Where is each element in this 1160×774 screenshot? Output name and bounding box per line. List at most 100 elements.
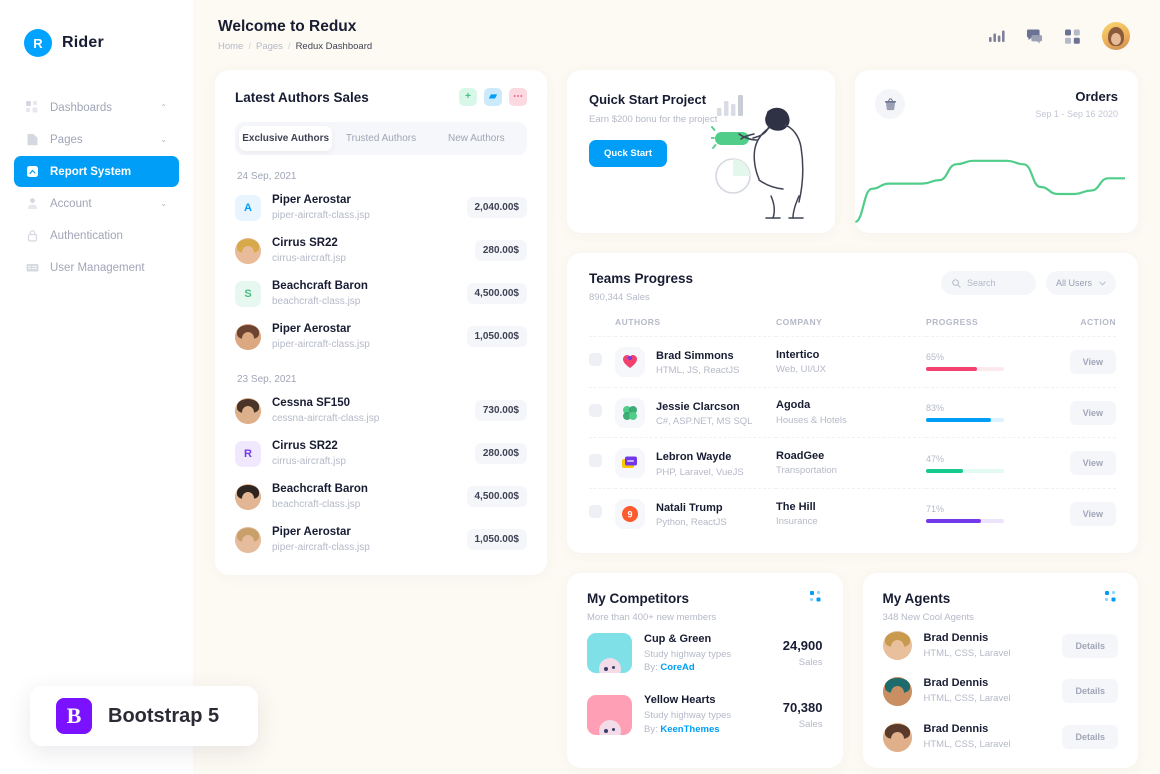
brand[interactable]: R Rider xyxy=(0,26,193,60)
details-button[interactable]: Details xyxy=(1062,725,1118,749)
competitors-title: My Competitors xyxy=(587,590,690,606)
sidebar-item-account[interactable]: Account ⌄ xyxy=(14,188,179,219)
tab-trusted-authors[interactable]: Trusted Authors xyxy=(334,126,427,151)
breadcrumb-item[interactable]: Home xyxy=(218,41,243,52)
grid-icon xyxy=(26,101,39,114)
authors-card-title: Latest Authors Sales xyxy=(235,89,369,105)
add-icon[interactable]: + xyxy=(459,88,477,106)
table-row[interactable]: 9 Natali Trump Python, ReactJS The Hill … xyxy=(589,488,1116,539)
view-button[interactable]: View xyxy=(1069,501,1116,526)
sidebar-item-user-management[interactable]: User Management xyxy=(14,252,179,283)
progress-cell: 65% xyxy=(926,336,1046,388)
author-amount: 280.00$ xyxy=(474,240,527,262)
sidebar-item-authentication[interactable]: Authentication xyxy=(14,220,179,251)
competitor-by-name[interactable]: KeenThemes xyxy=(660,724,719,735)
list-item[interactable]: Piper Aerostar piper-aircraft-class.jsp … xyxy=(235,315,527,358)
view-button[interactable]: View xyxy=(1069,400,1116,425)
roadgee-logo xyxy=(615,448,645,479)
table-row[interactable]: Brad Simmons HTML, JS, ReactJS Intertico… xyxy=(589,336,1116,388)
user-avatar[interactable] xyxy=(1102,22,1130,50)
agents-list: Brad Dennis HTML, CSS, Laravel Details B… xyxy=(882,623,1118,760)
avatar xyxy=(235,323,261,350)
breadcrumb-item[interactable]: Pages xyxy=(256,41,283,52)
action-cell: View xyxy=(1046,488,1116,539)
details-button[interactable]: Details xyxy=(1062,633,1118,658)
table-row[interactable]: Lebron Wayde PHP, Laravel, VueJS RoadGee… xyxy=(589,437,1116,489)
sidebar-item-label: Pages xyxy=(50,133,83,146)
sidebar-item-pages[interactable]: Pages ⌄ xyxy=(14,124,179,155)
list-item[interactable]: Brad Dennis HTML, CSS, Laravel Details xyxy=(882,668,1118,714)
author-amount: 1,050.00$ xyxy=(466,529,527,551)
list-item[interactable]: A Piper Aerostar piper-aircraft-class.js… xyxy=(235,186,527,229)
author-info: Piper Aerostar piper-aircraft-class.jsp xyxy=(272,525,456,554)
team-author-skills: PHP, Laravel, VueJS xyxy=(656,466,744,478)
grid-apps-icon[interactable] xyxy=(1064,28,1081,45)
row-checkbox[interactable] xyxy=(589,454,602,468)
competitor-name: Yellow Hearts xyxy=(644,694,716,707)
agents-subtitle: 348 New Cool Agents xyxy=(882,611,974,623)
tab-exclusive-authors[interactable]: Exclusive Authors xyxy=(239,126,333,151)
competitor-by: By: KeenThemes xyxy=(644,723,771,737)
view-button[interactable]: View xyxy=(1069,451,1116,476)
avatar xyxy=(235,483,261,510)
action-cell: View xyxy=(1046,437,1116,489)
progress-cell: 83% xyxy=(926,386,1046,438)
progress-bar xyxy=(926,519,1004,524)
sidebar-item-label: Report System xyxy=(50,165,132,178)
competitors-subtitle: More than 400+ new members xyxy=(587,611,717,623)
user-filter-select[interactable]: All Users xyxy=(1046,271,1116,295)
teams-tools: Search All Users xyxy=(941,271,1116,295)
sidebar-item-report-system[interactable]: Report System xyxy=(14,156,179,187)
list-item[interactable]: Brad Dennis HTML, CSS, Laravel Details xyxy=(882,623,1118,669)
progress-percent: 83% xyxy=(926,403,945,414)
app-root: R Rider Dashboards ⌃ Pages ⌄ Report Syst… xyxy=(0,0,1160,774)
author-name: Piper Aerostar xyxy=(272,194,351,206)
agent-name: Brad Dennis xyxy=(923,723,989,736)
date-label: 23 Sep, 2021 xyxy=(237,374,297,386)
tab-new-authors[interactable]: New Authors xyxy=(430,126,523,151)
progress-percent: 71% xyxy=(926,504,945,515)
breadcrumb-item[interactable]: Redux Dashboard xyxy=(296,41,373,52)
search-input[interactable]: Search xyxy=(941,271,1036,295)
quick-start-button[interactable]: Quck Start xyxy=(589,140,668,167)
list-item[interactable]: S Beachcraft Baron beachcraft-class.jsp … xyxy=(235,272,527,315)
company-industry: Insurance xyxy=(776,515,818,527)
row-checkbox[interactable] xyxy=(589,504,602,518)
chevron-icon: ⌄ xyxy=(160,135,167,144)
more-icon[interactable]: ⋯ xyxy=(509,88,527,106)
table-row[interactable]: Jessie Clarcson C#, ASP.NET, MS SQL Agod… xyxy=(589,386,1116,438)
bootstrap-badge: B Bootstrap 5 xyxy=(30,686,258,746)
list-item[interactable]: Cup & Green Study highway types By: Core… xyxy=(587,623,823,684)
progress-percent: 65% xyxy=(926,352,945,363)
list-item[interactable]: Yellow Hearts Study highway types By: Ke… xyxy=(587,684,823,745)
topbar-icons xyxy=(988,22,1130,50)
basket-icon xyxy=(875,89,905,119)
sidebar-item-dashboards[interactable]: Dashboards ⌃ xyxy=(14,92,179,123)
main-area: Welcome to Redux Home / Pages / Redux Da… xyxy=(193,0,1160,774)
chart-bar-icon[interactable] xyxy=(988,28,1005,45)
teams-table: AUTHORS COMPANY PROGRESS ACTION Brad Sim… xyxy=(589,317,1116,539)
teams-titles: Teams Progress 890,344 Sales xyxy=(589,271,693,303)
view-button[interactable]: View xyxy=(1069,349,1116,374)
dots-grid-icon[interactable] xyxy=(1105,590,1118,609)
competitor-value: 70,380 xyxy=(782,699,823,715)
row-checkbox[interactable] xyxy=(589,403,602,417)
image-icon[interactable]: ▰ xyxy=(484,88,502,106)
author-name: Piper Aerostar xyxy=(272,526,351,539)
list-item[interactable]: Brad Dennis HTML, CSS, Laravel Details xyxy=(882,714,1118,760)
list-item[interactable]: R Cirrus SR22 cirrus-aircraft.jsp 280.00… xyxy=(235,432,527,475)
dots-grid-icon[interactable] xyxy=(809,590,823,609)
row-checkbox[interactable] xyxy=(589,352,602,366)
details-button[interactable]: Details xyxy=(1062,679,1118,704)
users-icon xyxy=(26,261,39,274)
list-item[interactable]: Beachcraft Baron beachcraft-class.jsp 4,… xyxy=(235,475,527,518)
sidebar-item-label: Authentication xyxy=(50,229,123,242)
list-item[interactable]: Piper Aerostar piper-aircraft-class.jsp … xyxy=(235,518,527,561)
competitor-by-name[interactable]: CoreAd xyxy=(660,662,694,673)
list-item[interactable]: Cessna SF150 cessna-aircraft-class.jsp 7… xyxy=(235,389,527,432)
author-info: Beachcraft Baron beachcraft-class.jsp xyxy=(272,279,456,308)
list-item[interactable]: Cirrus SR22 cirrus-aircraft.jsp 280.00$ xyxy=(235,229,527,272)
chevron-icon: ⌄ xyxy=(160,199,167,208)
chat-icon[interactable] xyxy=(1026,28,1043,45)
avatar xyxy=(235,397,261,424)
